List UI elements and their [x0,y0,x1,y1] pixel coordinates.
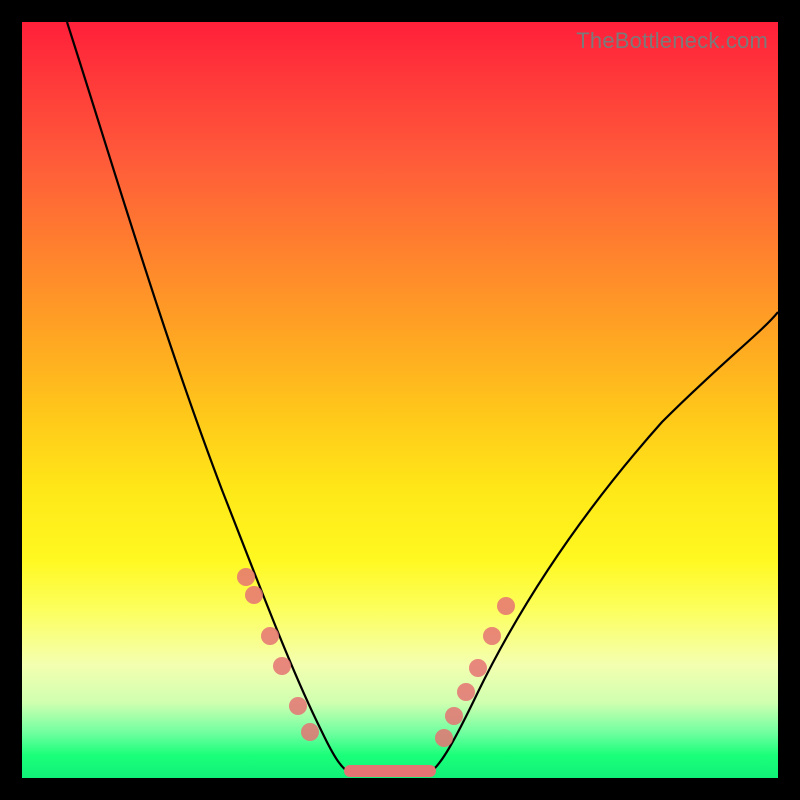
plot-area [22,22,778,778]
watermark-text: TheBottleneck.com [576,28,768,54]
right-curve [428,312,778,774]
left-dot-cluster [237,568,319,741]
left-curve [67,22,352,774]
right-dot-cluster [435,597,515,747]
chart-svg [22,22,778,778]
chart-frame: TheBottleneck.com [22,22,778,778]
